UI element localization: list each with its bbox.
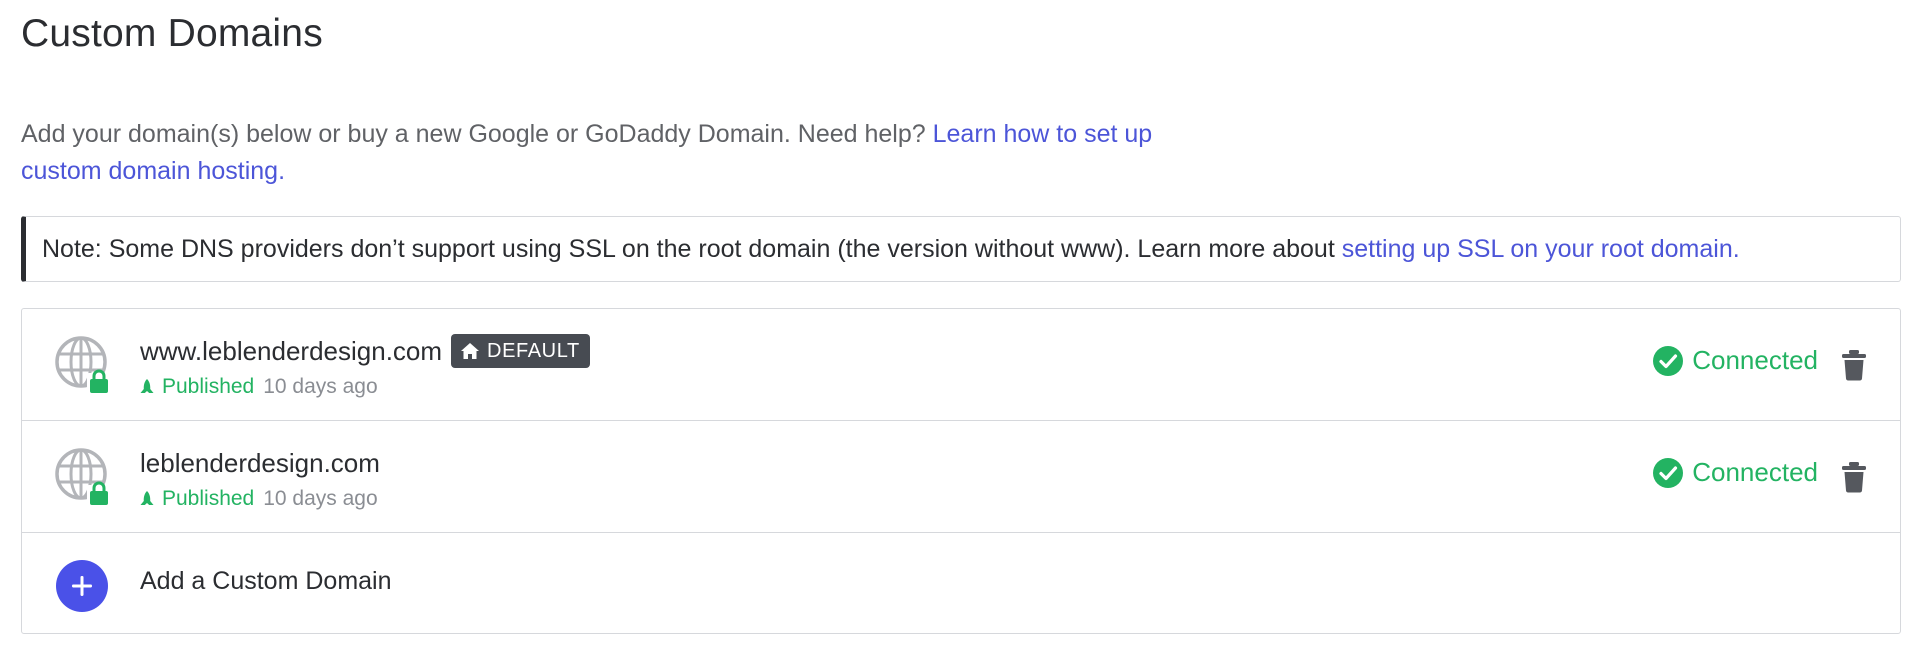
domain-name-wrap: www.leblenderdesign.com DEFAULT <box>140 333 590 369</box>
globe-lock-icon <box>55 448 111 505</box>
intro-text: Add your domain(s) below or buy a new Go… <box>21 116 1171 190</box>
connection-status: Connected <box>1653 345 1818 376</box>
published-label: Published <box>162 487 255 510</box>
published-label: Published <box>162 375 255 398</box>
plus-icon <box>72 576 92 596</box>
published-time: 10 days ago <box>263 375 378 398</box>
trash-icon[interactable] <box>1840 349 1868 381</box>
trash-icon[interactable] <box>1840 461 1868 493</box>
globe-lock-icon <box>55 336 111 393</box>
rocket-icon <box>140 491 154 505</box>
home-icon <box>461 343 480 359</box>
domain-name-wrap: leblenderdesign.com <box>140 445 380 481</box>
rocket-icon <box>140 379 154 393</box>
domain-row: www.leblenderdesign.com DEFAULT Publishe… <box>22 309 1900 421</box>
connection-status: Connected <box>1653 457 1818 488</box>
check-circle-icon <box>1653 345 1684 376</box>
published-time: 10 days ago <box>263 487 378 510</box>
domain-name: www.leblenderdesign.com <box>140 335 443 366</box>
ssl-note: Note: Some DNS providers don’t support u… <box>21 216 1901 282</box>
ssl-note-text: Note: Some DNS providers don’t support u… <box>42 234 1335 263</box>
published-status: Published <box>140 487 254 511</box>
domain-name: leblenderdesign.com <box>140 447 380 478</box>
add-circle[interactable] <box>56 560 108 612</box>
add-custom-domain-button[interactable]: Add a Custom Domain <box>22 533 1900 633</box>
publish-status: Published 10 days ago <box>140 487 378 511</box>
publish-status: Published 10 days ago <box>140 375 378 399</box>
intro-description: Add your domain(s) below or buy a new Go… <box>21 120 933 148</box>
check-circle-icon <box>1653 457 1684 488</box>
add-custom-domain-label: Add a Custom Domain <box>140 567 392 595</box>
page-title: Custom Domains <box>21 12 323 55</box>
default-badge-label: DEFAULT <box>487 339 580 362</box>
domain-row: leblenderdesign.com Published 10 days ag… <box>22 421 1900 533</box>
default-badge: DEFAULT <box>451 334 590 368</box>
ssl-root-domain-link[interactable]: setting up SSL on your root domain. <box>1342 235 1740 264</box>
published-status: Published <box>140 375 254 399</box>
domain-list: www.leblenderdesign.com DEFAULT Publishe… <box>21 308 1901 634</box>
connection-status-label: Connected <box>1692 345 1818 375</box>
connection-status-label: Connected <box>1692 457 1818 487</box>
